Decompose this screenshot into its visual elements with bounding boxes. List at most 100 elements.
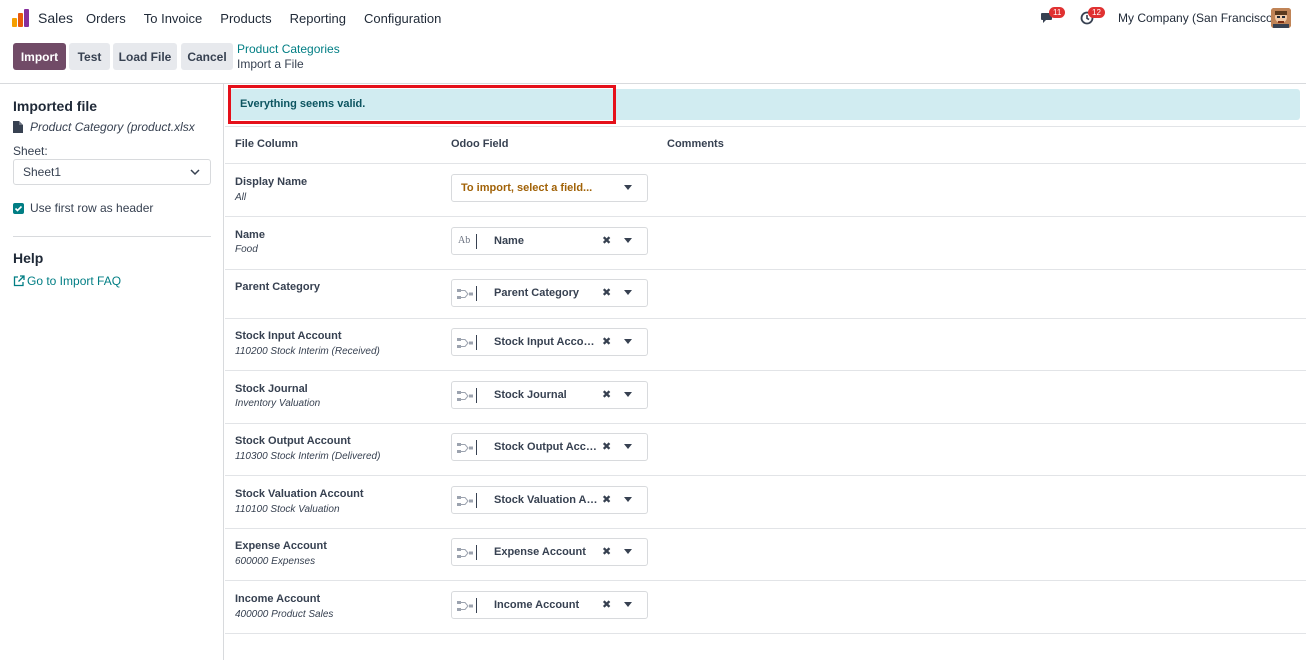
import-faq-link[interactable]: Go to Import FAQ — [13, 274, 121, 288]
file-icon — [13, 121, 23, 133]
row-column-name: Stock Output Account — [235, 435, 351, 447]
main-menu: Orders To Invoice Products Reporting Con… — [86, 11, 459, 26]
external-link-icon — [13, 275, 25, 287]
row-divider — [225, 269, 1306, 270]
menu-item-orders[interactable]: Orders — [86, 11, 126, 26]
row-divider — [225, 216, 1306, 217]
menu-item-configuration[interactable]: Configuration — [364, 11, 441, 26]
field-value: Stock Journal — [494, 389, 567, 401]
row-column-sample: 600000 Expenses — [235, 556, 316, 567]
activities-button[interactable]: 12 — [1080, 7, 1105, 25]
highlight-box — [228, 85, 616, 124]
header-comments: Comments — [667, 138, 724, 150]
field-value: Parent Category — [494, 287, 579, 299]
field-separator — [476, 440, 477, 455]
help-title: Help — [13, 250, 44, 266]
row-divider — [225, 370, 1306, 371]
field-select[interactable]: Stock Journal ✖ — [451, 381, 648, 409]
header-file-column: File Column — [235, 138, 298, 150]
field-select[interactable]: Stock Input Account ✖ — [451, 328, 648, 356]
activities-badge: 12 — [1088, 7, 1105, 18]
breadcrumb-current: Import a File — [237, 57, 304, 71]
field-value: Name — [494, 235, 524, 247]
field-separator — [476, 493, 477, 508]
menu-item-to-invoice[interactable]: To Invoice — [144, 11, 203, 26]
field-select[interactable]: Expense Account ✖ — [451, 538, 648, 566]
caret-down-icon — [624, 185, 632, 190]
import-button[interactable]: Import — [13, 43, 66, 70]
row-column-name: Stock Input Account — [235, 330, 342, 342]
caret-down-icon[interactable] — [624, 339, 632, 344]
field-select[interactable]: Income Account ✖ — [451, 591, 648, 619]
field-select[interactable]: Stock Output Account ✖ — [451, 433, 648, 461]
cancel-button[interactable]: Cancel — [181, 43, 233, 70]
clear-icon[interactable]: ✖ — [602, 440, 611, 453]
file-name-text: Product Category (product.xlsx — [30, 120, 195, 134]
use-header-label[interactable]: Use first row as header — [30, 201, 153, 215]
sheet-select[interactable]: Sheet1 — [13, 159, 211, 185]
field-placeholder: To import, select a field... — [461, 182, 593, 194]
messages-badge: 11 — [1049, 7, 1066, 18]
sheet-label: Sheet: — [13, 144, 48, 158]
clear-icon[interactable]: ✖ — [602, 286, 611, 299]
top-navbar: Sales Orders To Invoice Products Reporti… — [0, 0, 1306, 36]
clear-icon[interactable]: ✖ — [602, 545, 611, 558]
row-column-sample: 110100 Stock Valuation — [235, 504, 340, 515]
field-select[interactable]: Parent Category ✖ — [451, 279, 648, 307]
menu-item-products[interactable]: Products — [220, 11, 271, 26]
row-column-name: Expense Account — [235, 540, 327, 552]
breadcrumb-product-categories[interactable]: Product Categories — [237, 42, 340, 56]
row-divider — [225, 423, 1306, 424]
row-column-sample: 110200 Stock Interim (Received) — [235, 346, 380, 357]
user-avatar[interactable] — [1271, 8, 1291, 28]
sidebar-divider — [13, 236, 211, 237]
app-name[interactable]: Sales — [38, 10, 73, 26]
messages-button[interactable]: 11 — [1041, 7, 1066, 25]
load-file-button[interactable]: Load File — [113, 43, 177, 70]
clear-icon[interactable]: ✖ — [602, 493, 611, 506]
company-switcher[interactable]: My Company (San Francisco) — [1118, 11, 1277, 25]
checkmark-icon — [14, 205, 23, 212]
import-faq-text[interactable]: Go to Import FAQ — [27, 274, 121, 288]
field-separator — [476, 545, 477, 560]
field-select[interactable]: To import, select a field... — [451, 174, 648, 202]
row-column-sample: Food — [235, 244, 258, 255]
row-column-name: Income Account — [235, 593, 321, 605]
table-top-divider — [225, 126, 1306, 127]
clear-icon[interactable]: ✖ — [602, 388, 611, 401]
caret-down-icon[interactable] — [624, 290, 632, 295]
field-value: Stock Output Account — [494, 441, 598, 453]
caret-down-icon[interactable] — [624, 497, 632, 502]
field-value: Income Account — [494, 599, 580, 611]
caret-down-icon[interactable] — [624, 602, 632, 607]
field-separator — [476, 388, 477, 403]
row-column-name: Display Name — [235, 176, 308, 188]
user-avatar-icon — [1271, 8, 1291, 28]
sheet-select-value: Sheet1 — [23, 165, 62, 179]
test-button[interactable]: Test — [69, 43, 110, 70]
use-header-checkbox[interactable] — [13, 202, 24, 214]
clear-icon[interactable]: ✖ — [602, 234, 611, 247]
field-select[interactable]: Ab Name ✖ — [451, 227, 648, 255]
imported-file-title: Imported file — [13, 98, 98, 114]
import-sidebar: Imported file Product Category (product.… — [0, 84, 224, 660]
field-select[interactable]: Stock Valuation Account ✖ — [451, 486, 648, 514]
row-column-name: Name — [235, 229, 265, 241]
caret-down-icon[interactable] — [624, 238, 632, 243]
app-logo-icon[interactable] — [12, 9, 30, 27]
field-separator — [476, 286, 477, 301]
caret-down-icon[interactable] — [624, 444, 632, 449]
field-value: Stock Input Account — [494, 336, 598, 348]
use-header-row[interactable]: Use first row as header — [13, 201, 153, 215]
clear-icon[interactable]: ✖ — [602, 335, 611, 348]
clear-icon[interactable]: ✖ — [602, 598, 611, 611]
menu-item-reporting[interactable]: Reporting — [290, 11, 346, 26]
row-column-sample: Inventory Valuation — [235, 398, 321, 409]
caret-down-icon[interactable] — [624, 549, 632, 554]
field-value: Expense Account — [494, 546, 586, 558]
row-divider — [225, 318, 1306, 319]
caret-down-icon[interactable] — [624, 392, 632, 397]
row-divider — [225, 633, 1306, 634]
row-column-sample: 400000 Product Sales — [235, 609, 334, 620]
row-column-name: Parent Category — [235, 281, 320, 293]
